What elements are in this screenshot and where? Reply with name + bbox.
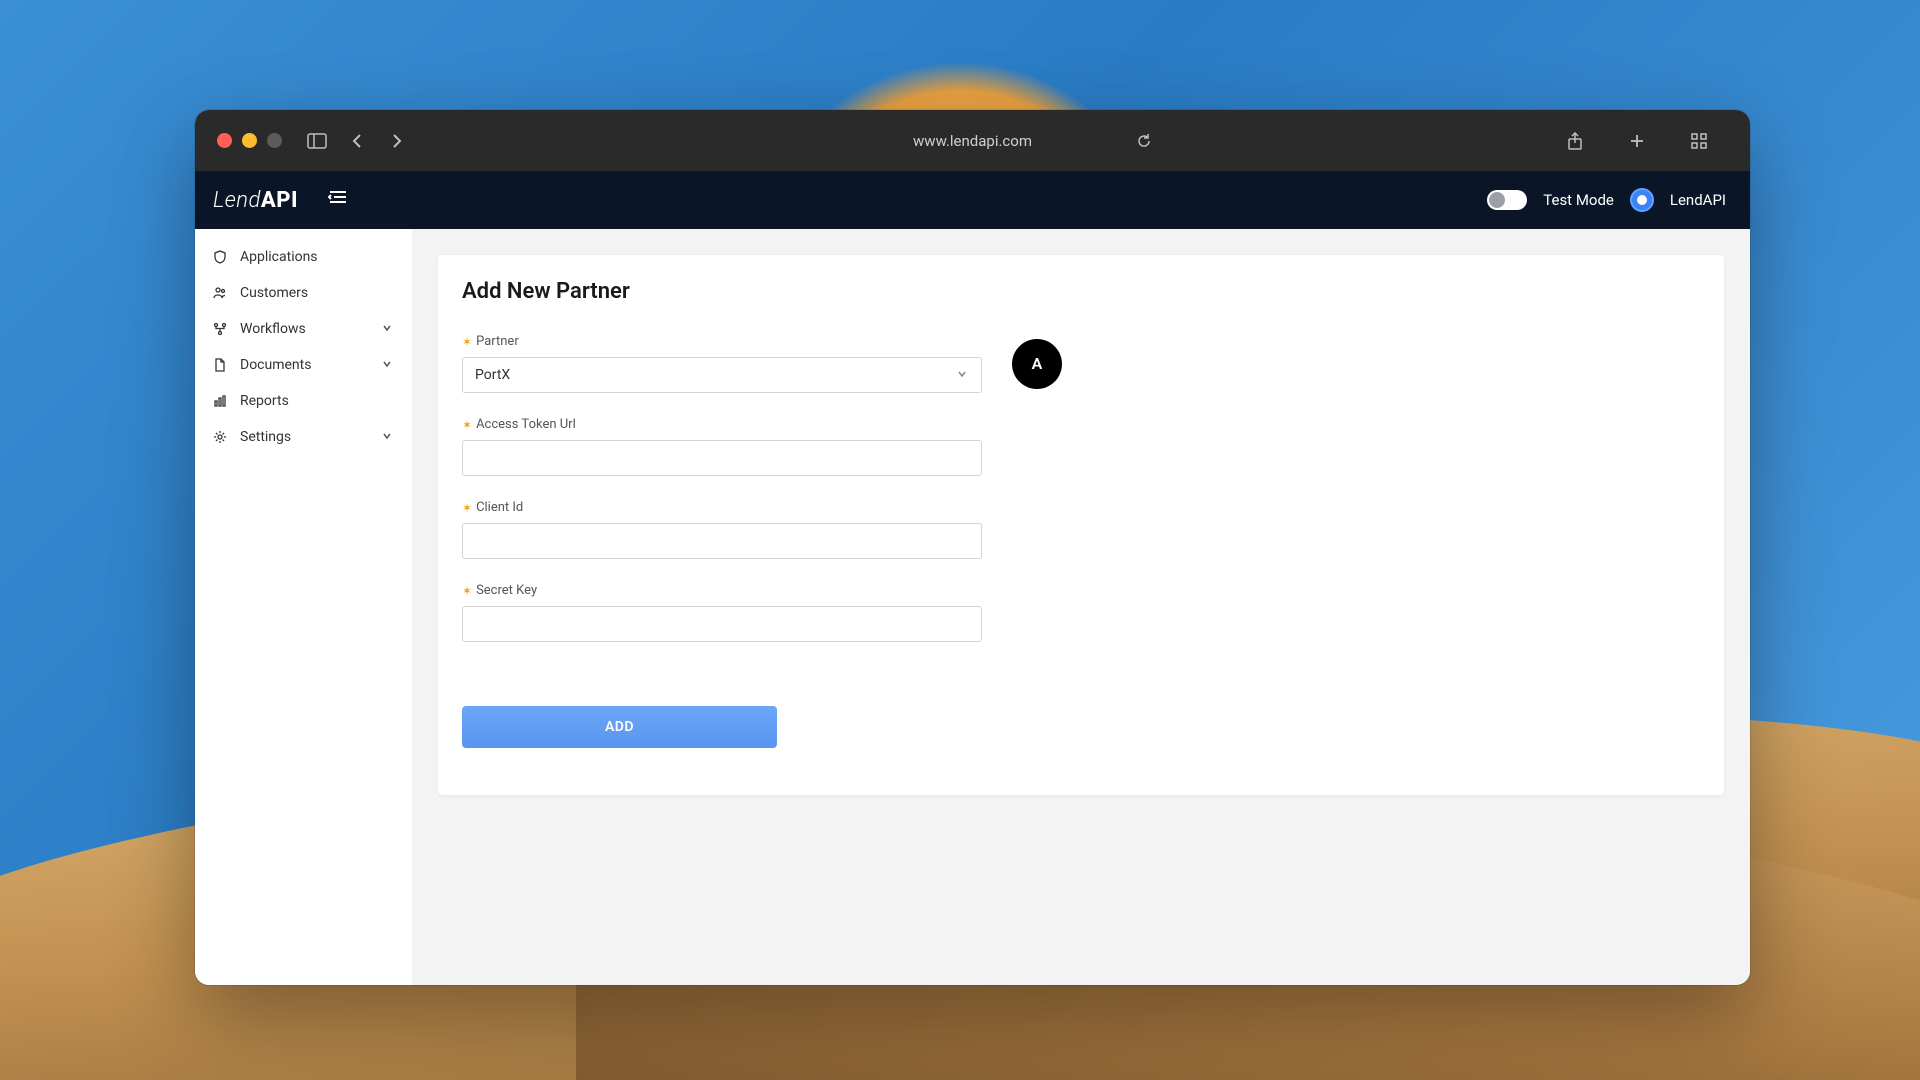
maximize-window-button[interactable] (267, 133, 282, 148)
share-icon[interactable] (1564, 130, 1586, 152)
sidebar-item-documents[interactable]: Documents (195, 347, 412, 383)
sidebar-collapse-icon[interactable] (328, 189, 350, 211)
users-icon (213, 286, 228, 301)
flow-icon (213, 322, 228, 337)
sidebar-item-label: Customers (240, 285, 394, 301)
sidebar-item-label: Workflows (240, 321, 370, 337)
chevron-down-icon (382, 323, 394, 335)
page-title: Add New Partner (462, 279, 1700, 304)
main-content: Add New Partner ✶Partner PortX A ✶Access… (412, 229, 1750, 985)
sidebar-item-workflows[interactable]: Workflows (195, 311, 412, 347)
chevron-down-icon (382, 431, 394, 443)
window-controls (217, 133, 282, 148)
access-token-label: ✶Access Token Url (462, 417, 982, 432)
app-logo[interactable]: LendAPI (213, 188, 298, 213)
sidebar-nav: Applications Customers Workflows Documen… (195, 229, 412, 985)
secret-key-input[interactable] (462, 606, 982, 642)
sidebar-item-label: Reports (240, 393, 394, 409)
address-bar[interactable]: www.lendapi.com (913, 132, 1032, 150)
tenant-avatar-icon[interactable] (1630, 188, 1654, 212)
sidebar-item-label: Documents (240, 357, 370, 373)
secret-key-label: ✶Secret Key (462, 583, 982, 598)
shield-icon (213, 250, 228, 265)
tenant-name[interactable]: LendAPI (1670, 191, 1726, 209)
chevron-down-icon (382, 359, 394, 371)
client-id-label: ✶Client Id (462, 500, 982, 515)
chart-icon (213, 394, 228, 409)
sidebar-item-applications[interactable]: Applications (195, 239, 412, 275)
access-token-input[interactable] (462, 440, 982, 476)
logo-text-bold: API (261, 188, 298, 213)
sidebar-item-settings[interactable]: Settings (195, 419, 412, 455)
test-mode-label: Test Mode (1543, 191, 1614, 209)
client-id-input[interactable] (462, 523, 982, 559)
tab-overview-icon[interactable] (1688, 130, 1710, 152)
document-icon (213, 358, 228, 373)
gear-icon (213, 430, 228, 445)
new-tab-icon[interactable] (1626, 130, 1648, 152)
minimize-window-button[interactable] (242, 133, 257, 148)
sidebar-item-customers[interactable]: Customers (195, 275, 412, 311)
browser-window: www.lendapi.com LendAPI Test Mode (195, 110, 1750, 985)
sidebar-toggle-icon[interactable] (306, 130, 328, 152)
test-mode-toggle[interactable] (1487, 190, 1527, 210)
chevron-down-icon (957, 369, 969, 381)
partner-select[interactable]: PortX (462, 357, 982, 393)
reload-button[interactable] (1133, 130, 1155, 152)
add-partner-card: Add New Partner ✶Partner PortX A ✶Access… (438, 255, 1724, 795)
logo-text-thin: Lend (213, 188, 261, 213)
close-window-button[interactable] (217, 133, 232, 148)
partner-label: ✶Partner (462, 334, 982, 349)
sidebar-item-reports[interactable]: Reports (195, 383, 412, 419)
add-button[interactable]: ADD (462, 706, 777, 748)
sidebar-item-label: Settings (240, 429, 370, 445)
forward-button[interactable] (386, 130, 408, 152)
browser-titlebar: www.lendapi.com (195, 110, 1750, 171)
partner-select-value: PortX (475, 367, 510, 383)
app-header: LendAPI Test Mode LendAPI (195, 171, 1750, 229)
back-button[interactable] (346, 130, 368, 152)
partner-avatar: A (1012, 339, 1062, 389)
sidebar-item-label: Applications (240, 249, 394, 265)
